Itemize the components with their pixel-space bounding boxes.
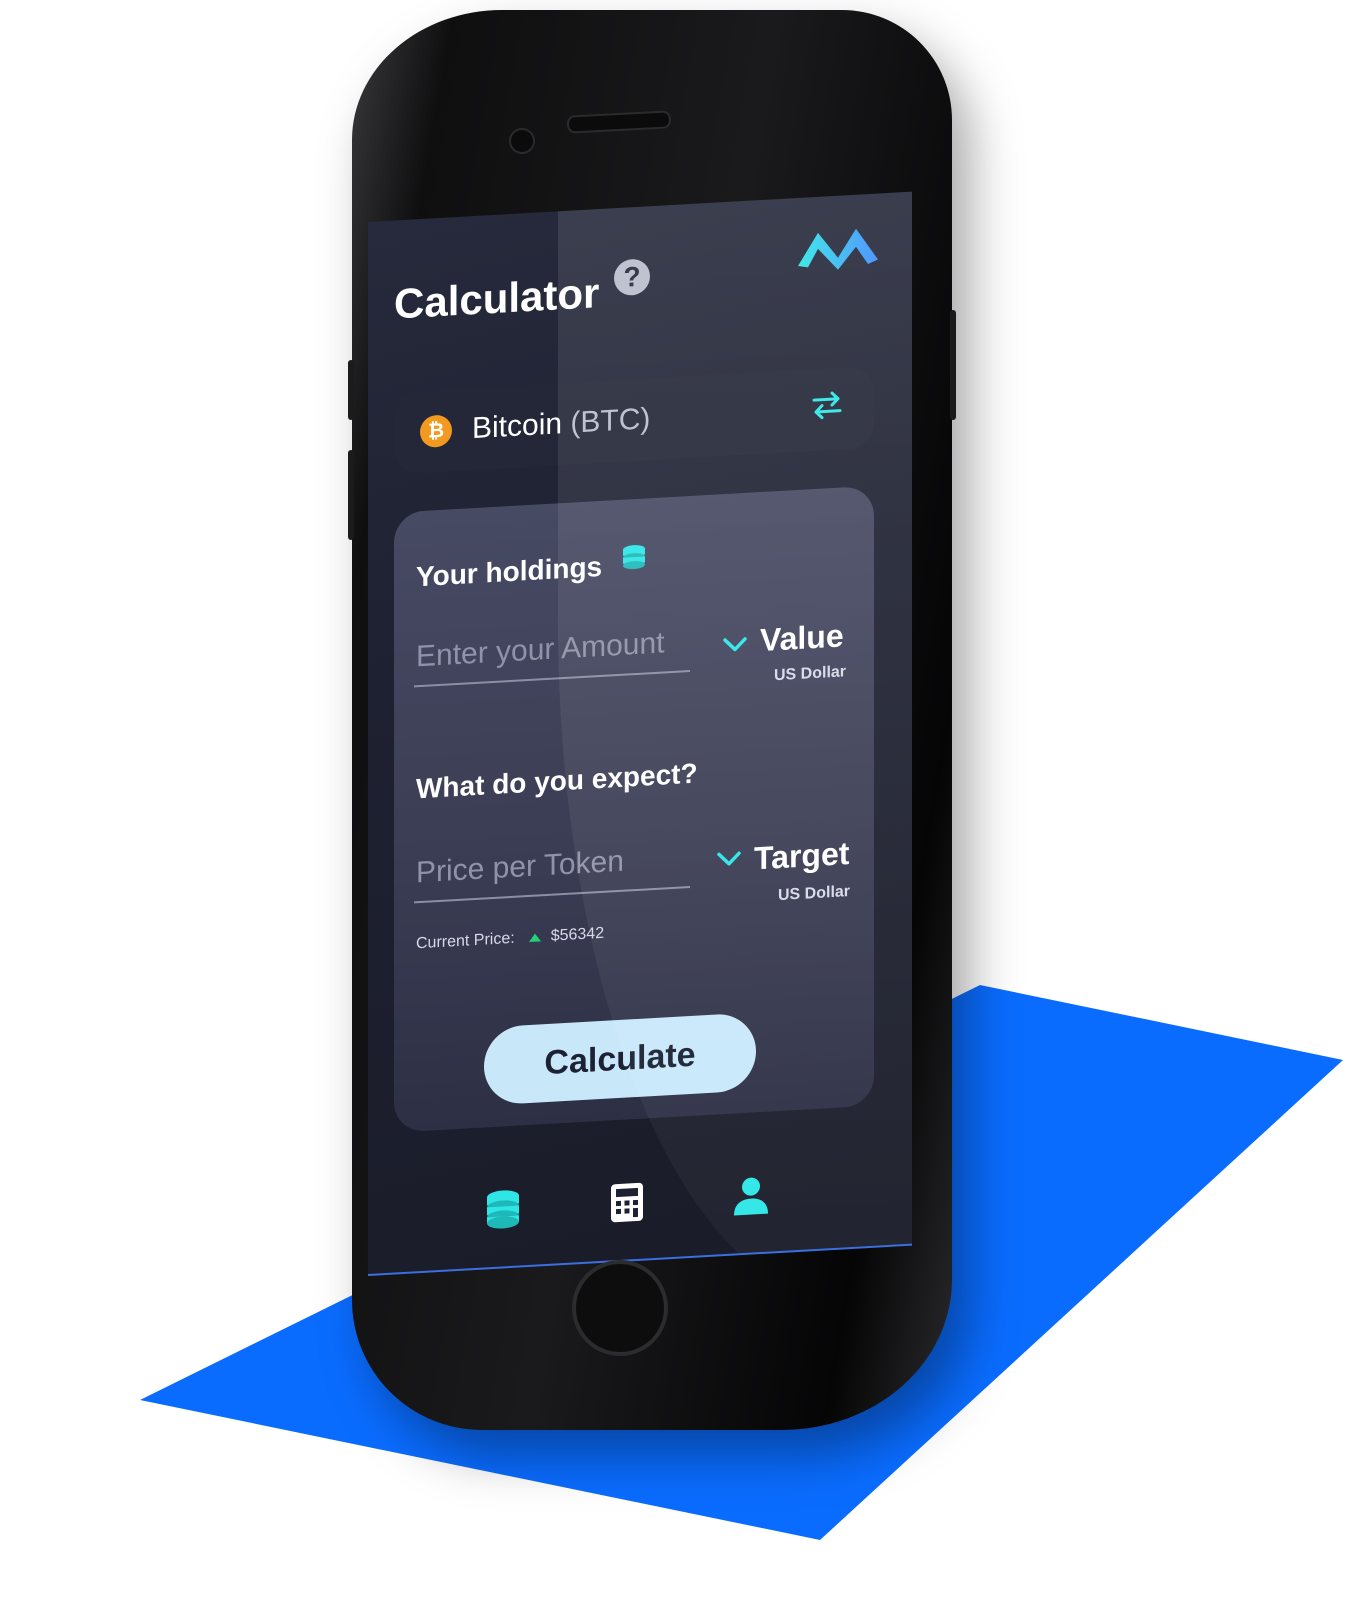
amount-input[interactable]: [414, 613, 690, 688]
app-screen: Calculator ? ₿ Bitcoin (BTC) Your holdin…: [368, 191, 912, 1276]
coin-selector[interactable]: ₿ Bitcoin (BTC): [394, 365, 874, 475]
user-icon[interactable]: [730, 1173, 772, 1217]
coin-name: Bitcoin: [472, 407, 563, 446]
coins-stack-icon: [623, 545, 645, 570]
price-up-arrow-icon: [528, 933, 541, 943]
coin-ticker: (BTC): [570, 402, 651, 440]
mute-switch: [348, 360, 354, 420]
volume-up-button: [348, 450, 354, 540]
current-price-label: Current Price:: [416, 929, 515, 953]
target-currency-sub: US Dollar: [778, 883, 851, 905]
current-price: Current Price: $56342: [416, 925, 604, 954]
calculate-button[interactable]: Calculate: [484, 1012, 756, 1106]
power-button: [950, 310, 956, 420]
earpiece-speaker: [566, 110, 672, 134]
bottom-nav: [368, 1152, 912, 1262]
expectation-label: What do you expect?: [416, 757, 698, 805]
calculator-icon[interactable]: [606, 1180, 648, 1224]
coins-stack-icon[interactable]: [482, 1187, 524, 1231]
holdings-label: Your holdings: [416, 550, 603, 593]
price-per-token-input[interactable]: [414, 829, 690, 904]
bitcoin-icon: ₿: [420, 414, 452, 449]
page-title: Calculator: [394, 269, 600, 328]
calculator-card: Your holdings Value US Dollar What do yo…: [394, 485, 874, 1133]
current-price-value: $56342: [550, 924, 605, 945]
front-camera: [509, 128, 535, 154]
help-icon[interactable]: ?: [614, 258, 650, 297]
value-currency-select[interactable]: Value: [760, 617, 844, 659]
target-currency-select[interactable]: Target: [754, 835, 849, 877]
home-button[interactable]: [572, 1260, 668, 1356]
coin-label: Bitcoin (BTC): [472, 402, 650, 446]
chevron-down-icon[interactable]: [722, 635, 748, 654]
phone-device: Calculator ? ₿ Bitcoin (BTC) Your holdin…: [348, 10, 956, 1430]
brand-logo-icon: [798, 228, 878, 270]
chevron-down-icon[interactable]: [716, 849, 742, 868]
value-currency-sub: US Dollar: [774, 663, 847, 685]
swap-arrows-icon[interactable]: [810, 389, 844, 421]
